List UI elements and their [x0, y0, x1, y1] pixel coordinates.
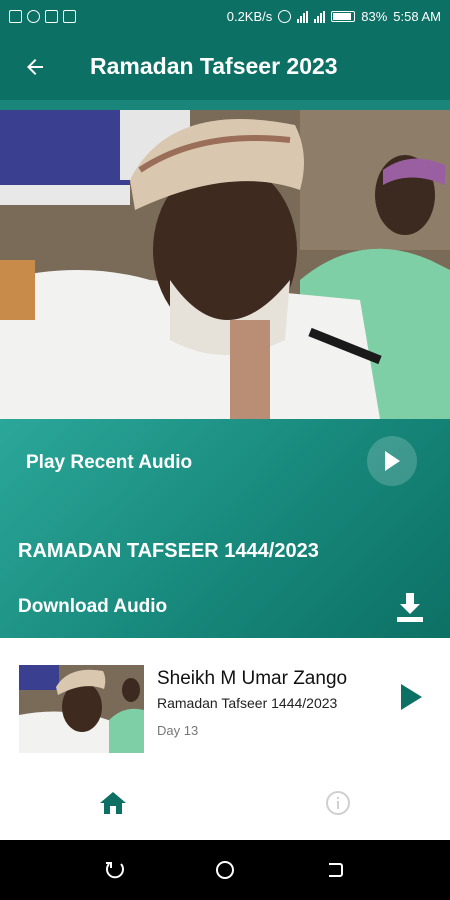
play-icon	[385, 451, 400, 471]
recent-apps-icon	[106, 862, 124, 879]
settings-notification-icon	[27, 10, 40, 23]
episode-title: Sheikh M Umar Zango	[157, 668, 348, 689]
screenshot-icon	[9, 10, 22, 23]
app-bar: Ramadan Tafseer 2023	[0, 33, 450, 100]
back-system-button[interactable]	[320, 855, 350, 885]
circle-home-icon	[216, 861, 234, 879]
episode-play-button[interactable]	[394, 679, 428, 715]
home-system-button[interactable]	[210, 855, 240, 885]
play-icon	[401, 684, 422, 710]
hero-image	[0, 110, 450, 419]
back-system-icon	[329, 863, 343, 877]
download-audio-label[interactable]: Download Audio	[18, 596, 167, 618]
info-icon	[325, 790, 350, 815]
play-recent-button[interactable]	[367, 436, 417, 486]
battery-icon	[331, 11, 356, 22]
home-icon	[99, 791, 126, 814]
lock-icon	[63, 10, 76, 23]
play-recent-label[interactable]: Play Recent Audio	[26, 452, 192, 474]
clock: 5:58 AM	[393, 9, 441, 24]
hero-top-strip	[0, 100, 450, 110]
notification-icons	[9, 10, 76, 23]
back-button[interactable]	[0, 33, 70, 100]
bottom-nav	[0, 765, 450, 840]
nav-info[interactable]	[225, 765, 450, 840]
hotspot-icon	[278, 10, 292, 23]
page-title: Ramadan Tafseer 2023	[90, 53, 338, 79]
recent-apps-button[interactable]	[100, 855, 130, 885]
shield-icon	[45, 10, 58, 23]
episode-day: Day 13	[157, 723, 199, 738]
episode-thumbnail	[19, 665, 144, 753]
nav-home[interactable]	[0, 765, 225, 840]
download-button[interactable]	[392, 589, 428, 625]
download-icon	[397, 593, 423, 622]
network-speed: 0.2KB/s	[226, 9, 273, 24]
signal-icon	[297, 10, 309, 23]
episode-subtitle: Ramadan Tafseer 1444/2023	[157, 695, 338, 711]
series-title: RAMADAN TAFSEER 1444/2023	[18, 540, 319, 562]
list-item[interactable]: Sheikh M Umar Zango Ramadan Tafseer 1444…	[0, 653, 450, 765]
signal-icon-2	[314, 10, 326, 23]
arrow-left-icon	[27, 58, 43, 75]
battery-percent: 83%	[361, 9, 388, 24]
system-nav-bar	[0, 840, 450, 900]
status-bar: 0.2KB/s 83% 5:58 AM	[0, 0, 450, 33]
